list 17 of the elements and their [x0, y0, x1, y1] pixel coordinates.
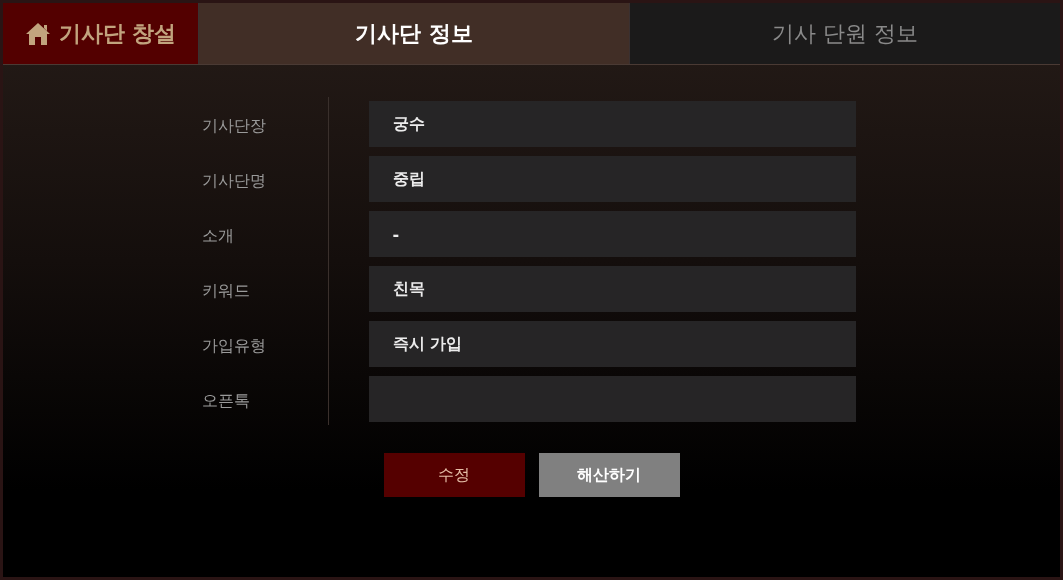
home-icon [24, 21, 51, 46]
value-field: - [368, 211, 856, 257]
field-label: 기사단장 [201, 115, 266, 137]
field-label: 기사단명 [201, 170, 266, 192]
field-label: 가입유형 [201, 335, 266, 357]
create-button[interactable]: 기사단 창설 [3, 3, 198, 64]
value-field: 즉시 가입 [368, 321, 856, 367]
field-label: 키워드 [201, 280, 250, 302]
tab[interactable]: 기사 단원 정보 [629, 3, 1060, 64]
field-label: 소개 [201, 225, 234, 247]
value-field: 친목 [368, 266, 856, 312]
value-field: 궁수 [368, 101, 856, 147]
value-field: 중립 [368, 156, 856, 202]
field-label: 오픈톡 [201, 390, 250, 412]
edit-button[interactable]: 수정 [383, 453, 525, 497]
disband-button[interactable]: 해산하기 [538, 453, 680, 497]
tab[interactable]: 기사단 정보 [198, 3, 629, 64]
